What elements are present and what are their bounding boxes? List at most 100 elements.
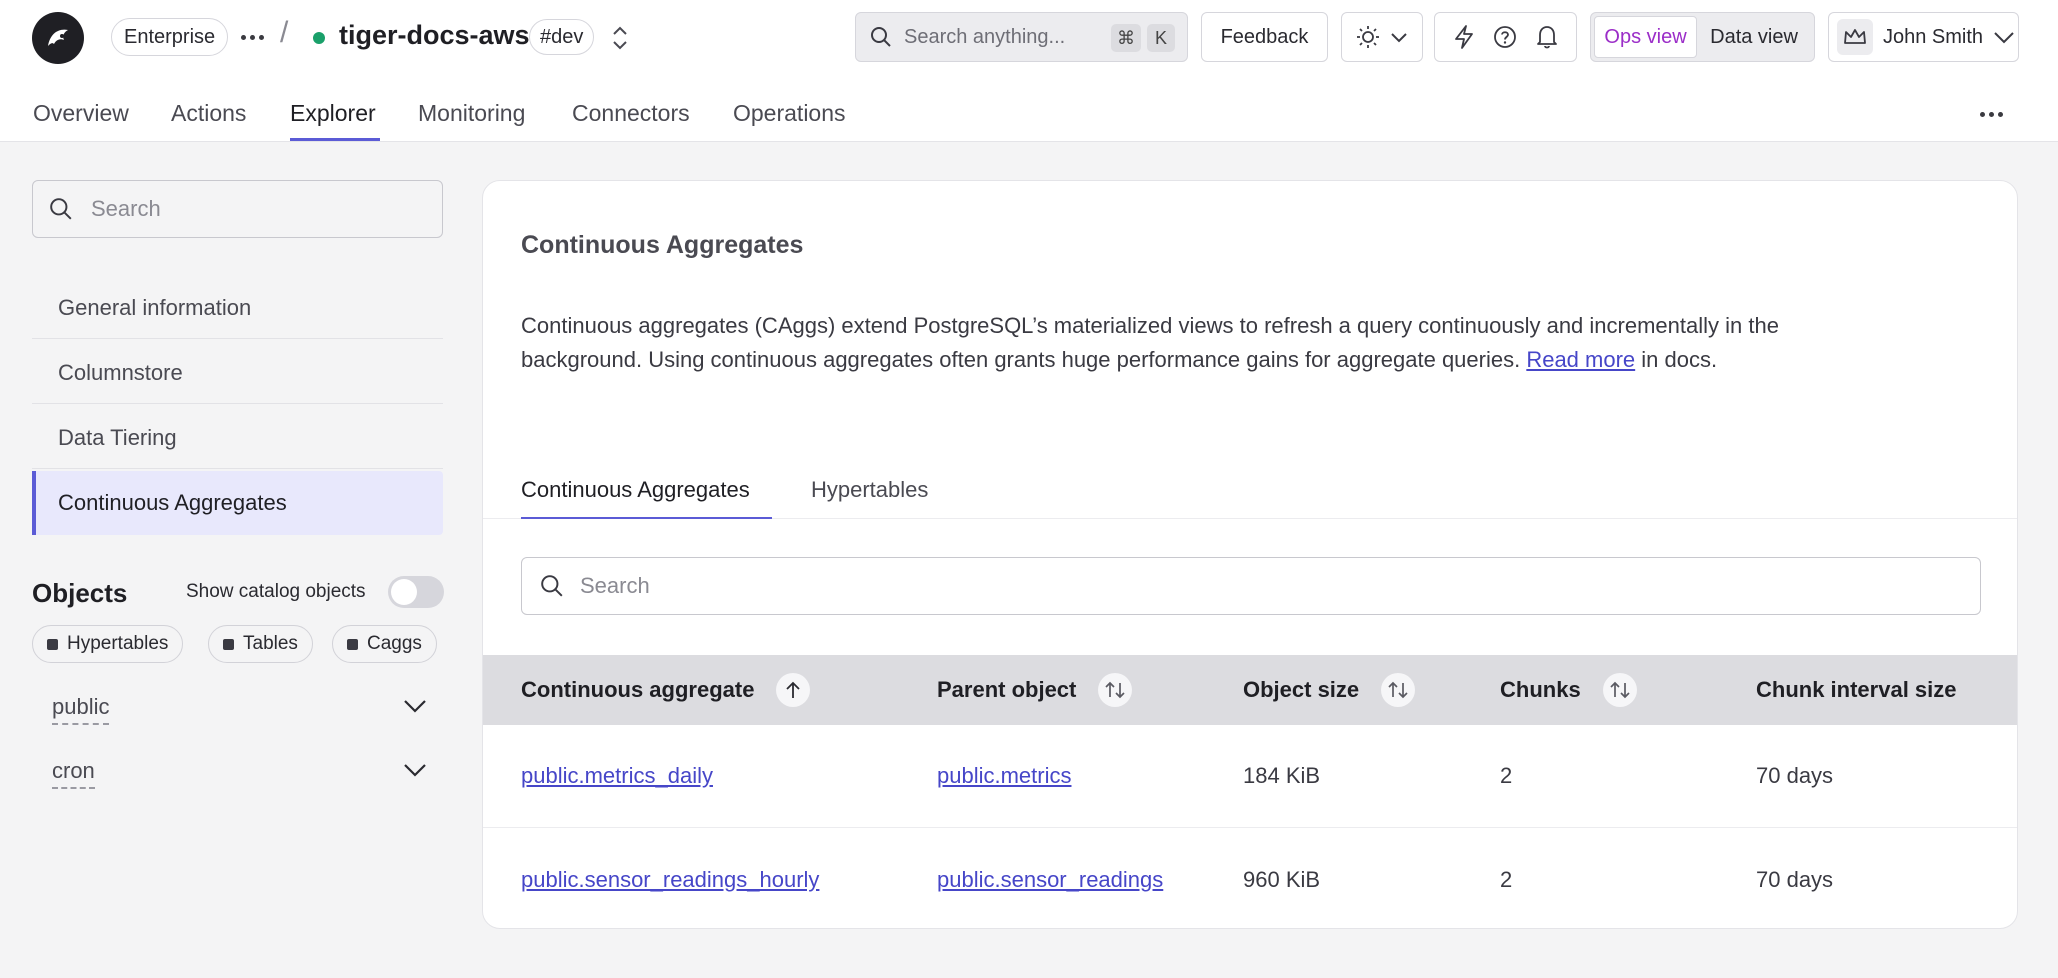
table-search-placeholder: Search [580, 573, 650, 598]
column-label: Parent object [937, 677, 1077, 702]
cagg-link[interactable]: public.metrics_daily [521, 763, 713, 789]
table-row: public.sensor_readings_hourly public.sen… [483, 829, 2017, 928]
table-icon [223, 638, 234, 650]
crown-icon [1837, 19, 1873, 55]
column-label: Object size [1243, 677, 1360, 702]
tab-overview[interactable]: Overview [33, 100, 129, 127]
table-row: public.metrics_daily public.metrics 184 … [483, 725, 2017, 828]
tab-explorer[interactable]: Explorer [290, 100, 376, 127]
column-label: Continuous aggregate [521, 677, 755, 702]
sidebar-search-input[interactable]: Search [32, 180, 443, 238]
chevron-down-icon[interactable] [403, 762, 427, 778]
sidebar-item-continuous-aggregates[interactable]: Continuous Aggregates [32, 471, 443, 535]
chevron-down-icon [1391, 33, 1407, 43]
ops-view-button[interactable]: Ops view [1594, 16, 1698, 58]
service-name[interactable]: tiger-docs-aws [339, 20, 530, 51]
header-actions [1434, 12, 1577, 62]
filter-chip-caggs[interactable]: Caggs [332, 625, 437, 663]
top-bar: Enterprise / tiger-docs-aws #dev Search … [0, 0, 2058, 74]
help-icon[interactable] [1493, 25, 1517, 49]
data-view-button[interactable]: Data view [1697, 16, 1811, 58]
more-horizontal-icon[interactable] [241, 35, 264, 40]
active-tab-indicator [521, 517, 772, 519]
shortcut-k-key: K [1147, 24, 1175, 52]
breadcrumb-separator: / [280, 16, 289, 49]
search-icon [50, 198, 72, 220]
cagg-icon [347, 638, 358, 650]
column-label: Chunks [1500, 677, 1581, 702]
chunks-count: 2 [1500, 763, 1513, 788]
global-search-input[interactable]: Search anything... ⌘ K [855, 12, 1188, 62]
chevron-up-down-icon[interactable] [607, 24, 633, 52]
description-suffix: in docs. [1635, 347, 1718, 372]
schema-public[interactable]: public [52, 694, 110, 725]
tab-operations[interactable]: Operations [733, 100, 846, 127]
plan-label: Enterprise [124, 25, 216, 48]
theme-toggle-button[interactable] [1341, 12, 1423, 62]
filter-chip-tables[interactable]: Tables [208, 625, 313, 663]
table-header: Continuous aggregate Parent object Objec… [483, 655, 2017, 725]
sort-icon[interactable] [1602, 673, 1637, 707]
chunks-count: 2 [1500, 867, 1513, 892]
description: Continuous aggregates (CAggs) extend Pos… [521, 309, 1781, 377]
service-status-icon [313, 32, 325, 44]
sort-icon[interactable] [1098, 673, 1133, 707]
active-tab-indicator [290, 138, 380, 141]
tab-hypertables[interactable]: Hypertables [811, 477, 928, 503]
page-title: Continuous Aggregates [521, 231, 804, 259]
shortcut-cmd-key: ⌘ [1111, 24, 1141, 52]
more-horizontal-icon[interactable] [1980, 112, 2003, 117]
read-more-link[interactable]: Read more [1526, 347, 1635, 372]
objects-heading: Objects [32, 578, 128, 608]
search-icon [541, 575, 563, 597]
tiger-logo-icon[interactable] [32, 12, 84, 64]
env-tag-label: #dev [540, 25, 584, 48]
column-header-chunks: Chunks [1500, 673, 1637, 707]
parent-object-link[interactable]: public.metrics [937, 763, 1071, 789]
view-toggle: Ops view Data view [1590, 12, 1815, 62]
global-search-placeholder: Search anything... [904, 25, 1066, 48]
filter-chip-label: Hypertables [67, 633, 169, 654]
filter-chip-label: Caggs [367, 633, 422, 654]
column-header-continuous-aggregate: Continuous aggregate [521, 673, 811, 707]
chunk-interval: 70 days [1756, 763, 1834, 788]
parent-object-link[interactable]: public.sensor_readings [937, 867, 1163, 893]
tab-connectors[interactable]: Connectors [572, 100, 690, 127]
lightning-icon[interactable] [1452, 24, 1476, 50]
sort-ascending-icon[interactable] [776, 673, 811, 707]
tab-actions[interactable]: Actions [171, 100, 246, 127]
tab-continuous-aggregates[interactable]: Continuous Aggregates [521, 477, 750, 503]
sidebar-item-data-tiering[interactable]: Data Tiering [32, 407, 443, 469]
schema-cron[interactable]: cron [52, 758, 95, 789]
sidebar-item-columnstore[interactable]: Columnstore [32, 342, 443, 404]
main-nav: Overview Actions Explorer Monitoring Con… [0, 74, 2058, 142]
bell-icon[interactable] [1535, 24, 1559, 50]
user-menu-button[interactable]: John Smith [1828, 12, 2019, 62]
table-search-input[interactable]: Search [521, 557, 1981, 615]
tab-monitoring[interactable]: Monitoring [418, 100, 525, 127]
column-header-object-size: Object size [1243, 673, 1416, 707]
object-size: 184 KiB [1243, 763, 1321, 788]
chevron-down-icon[interactable] [403, 698, 427, 714]
sidebar-item-general-information[interactable]: General information [32, 277, 443, 339]
show-catalog-label: Show catalog objects [186, 581, 366, 602]
cagg-link[interactable]: public.sensor_readings_hourly [521, 867, 819, 893]
sidebar-search-placeholder: Search [91, 196, 161, 221]
continuous-aggregates-panel: Continuous Aggregates Continuous aggrega… [482, 180, 2018, 929]
show-catalog-toggle[interactable] [388, 576, 444, 608]
feedback-label: Feedback [1220, 25, 1309, 48]
column-header-chunk-interval-size: Chunk interval size [1756, 677, 1957, 703]
sun-icon [1357, 26, 1379, 48]
plan-badge: Enterprise [111, 18, 229, 56]
chevron-down-icon [1994, 32, 2014, 44]
toggle-knob [391, 579, 417, 605]
feedback-button[interactable]: Feedback [1201, 12, 1328, 62]
column-label: Chunk interval size [1756, 677, 1957, 702]
hypertable-icon [47, 638, 58, 650]
sort-icon[interactable] [1381, 673, 1416, 707]
chunk-interval: 70 days [1756, 867, 1834, 892]
search-icon [871, 27, 891, 47]
column-header-parent-object: Parent object [937, 673, 1133, 707]
env-tag: #dev [529, 19, 595, 55]
filter-chip-hypertables[interactable]: Hypertables [32, 625, 184, 663]
